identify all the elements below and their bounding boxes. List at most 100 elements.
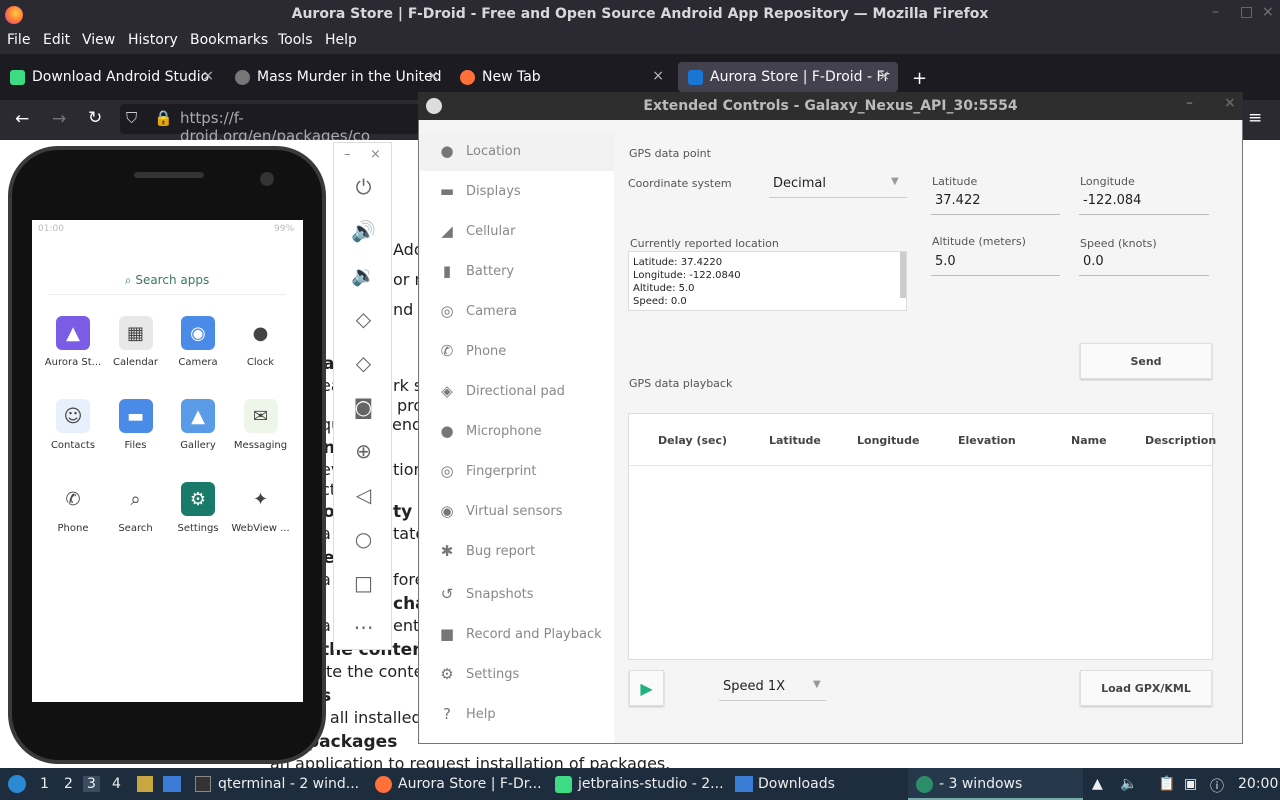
sidebar-item-cellular[interactable]: ◢ Cellular [420,213,614,251]
app-settings[interactable]: ⚙ Settings [165,482,231,534]
sidebar-item-fingerprint[interactable]: ◎ Fingerprint [420,453,614,491]
send-button[interactable]: Send [1080,343,1212,379]
tab-close-icon[interactable]: × [878,68,890,84]
sidebar-item-camera[interactable]: ◎ Camera [420,293,614,331]
sidebar-item-snapshots[interactable]: ↺ Snapshots [420,576,614,614]
reload-icon[interactable]: ↻ [88,108,102,128]
sidebar-item-help[interactable]: ? Help [420,696,614,734]
sidebar-item-bug-report[interactable]: ✱ Bug report [420,533,614,571]
rotate-right-icon[interactable]: ◇ [334,351,393,375]
sidebar-item-battery[interactable]: ▮ Battery [420,253,614,291]
close-icon[interactable]: × [1262,4,1274,20]
playback-speed-select[interactable]: Speed 1X ▼ [719,679,826,701]
menu-tools[interactable]: Tools [278,32,313,48]
altitude-input[interactable]: 5.0 [931,254,1060,276]
menu-help[interactable]: Help [325,32,357,48]
menu-history[interactable]: History [128,32,178,48]
power-icon[interactable]: ⏻ [334,175,393,199]
file-manager-icon[interactable] [137,776,153,792]
overview-icon[interactable]: □ [334,571,393,595]
tab-android-studio[interactable]: Download Android Studio × [0,62,222,92]
app-clock[interactable]: ● Clock [228,316,294,368]
sidebar-item-location[interactable]: ● Location [420,133,614,171]
sidebar-item-microphone[interactable]: ● Microphone [420,413,614,451]
app-webview[interactable]: ✦ WebView ... [228,482,294,534]
app-aurora-store[interactable]: ▲ Aurora St... [40,316,106,368]
task-emulator[interactable]: - 3 windows [939,776,1022,792]
app-gallery[interactable]: ▲ Gallery [165,399,231,451]
tab-close-icon[interactable]: × [652,68,664,84]
desktop-1[interactable]: 1 [40,776,49,792]
hamburger-menu-icon[interactable]: ≡ [1248,108,1262,128]
home-icon[interactable]: ○ [334,527,393,551]
app-contacts[interactable]: ☺ Contacts [40,399,106,451]
desktop-3[interactable]: 3 [83,776,100,792]
coordinate-system-value: Decimal [773,176,827,191]
volume-icon[interactable]: 🔈 [1120,776,1137,792]
menu-bookmarks[interactable]: Bookmarks [190,32,268,48]
volume-up-icon[interactable]: 🔊 [334,219,393,243]
tab-close-icon[interactable]: × [427,68,439,84]
app-files[interactable]: ▬ Files [103,399,169,451]
desktop-2[interactable]: 2 [64,776,73,792]
speed-input[interactable]: 0.0 [1079,254,1209,276]
menu-edit[interactable]: Edit [43,32,70,48]
tab-label: New Tab [482,69,541,85]
search-apps-bar[interactable]: ⌕ Search apps [48,265,286,295]
new-tab-button[interactable]: + [912,68,927,89]
menu-view[interactable]: View [82,32,115,48]
latitude-input[interactable]: 37.422 [931,193,1060,215]
sidebar-item-record-and-playback[interactable]: ■ Record and Playback [420,616,614,654]
camera-icon[interactable]: ◙ [334,395,393,419]
tray-arrow-icon[interactable]: ▲ [1092,776,1103,792]
desktop-4[interactable]: 4 [112,776,121,792]
sidebar-microphone-icon: ● [440,422,454,440]
app-phone[interactable]: ✆ Phone [40,482,106,534]
longitude-input[interactable]: -122.084 [1079,193,1209,215]
app-messaging[interactable]: ✉ Messaging [228,399,294,451]
start-menu-icon[interactable] [8,775,26,793]
forward-icon[interactable]: → [52,109,66,129]
search-apps-label: Search apps [135,273,210,287]
task-android-studio[interactable]: jetbrains-studio - 2... [578,776,724,792]
scrollbar[interactable] [900,252,906,298]
app-calendar[interactable]: ▦ Calendar [103,316,169,368]
rotate-left-icon[interactable]: ◇ [334,307,393,331]
phone-screen[interactable]: 01:00 99% ⌕ Search apps ▲ Aurora St... ▦ Ca… [32,220,303,702]
coordinate-system-select[interactable]: Decimal ▼ [769,176,907,198]
desktop-icon[interactable] [163,776,181,792]
sidebar-item-directional-pad[interactable]: ◈ Directional pad [420,373,614,411]
zoom-icon[interactable]: ⊕ [334,439,393,463]
more-icon[interactable]: ⋯ [334,615,393,639]
tab-close-icon[interactable]: × [202,68,214,84]
sidebar-item-virtual-sensors[interactable]: ◉ Virtual sensors [420,493,614,531]
tab-mass-murder[interactable]: Mass Murder in the United × [225,62,447,92]
sidebar-item-phone[interactable]: ✆ Phone [420,333,614,371]
clipboard-icon[interactable]: 📋 [1158,776,1175,792]
play-button[interactable]: ▶ [629,670,664,706]
sidebar-item-label: Battery [466,264,515,279]
maximize-icon[interactable]: □ [1240,4,1253,20]
task-firefox[interactable]: Aurora Store | F-Dr... [398,776,542,792]
sidebar-item-settings[interactable]: ⚙ Settings [420,656,614,694]
sidebar-item-displays[interactable]: ▬ Displays [420,173,614,211]
url-bar[interactable]: ⛉ 🔒 https://f-droid.org/en/packages/co [120,104,420,145]
network-icon[interactable]: ▣ [1184,776,1197,792]
task-downloads[interactable]: Downloads [758,776,835,792]
back-icon[interactable]: ← [15,109,29,129]
menu-file[interactable]: File [7,32,30,48]
close-icon[interactable]: × [370,147,381,162]
load-gpx-kml-button[interactable]: Load GPX/KML [1080,670,1212,706]
close-icon[interactable]: × [1224,95,1236,111]
app-search[interactable]: ⌕ Search [103,482,169,534]
minimize-icon[interactable]: – [1212,4,1219,20]
minimize-icon[interactable]: – [344,147,351,162]
minimize-icon[interactable]: – [1186,95,1193,111]
app-camera[interactable]: ◉ Camera [165,316,231,368]
notification-icon[interactable]: ⓘ [1210,776,1224,796]
task-qterminal[interactable]: qterminal - 2 wind... [218,776,359,792]
tab-new-tab[interactable]: New Tab × [450,62,672,92]
tab-aurora-store[interactable]: Aurora Store | F-Droid - Fr × [678,62,898,92]
back-icon[interactable]: ◁ [334,483,393,507]
volume-down-icon[interactable]: 🔉 [334,263,393,287]
